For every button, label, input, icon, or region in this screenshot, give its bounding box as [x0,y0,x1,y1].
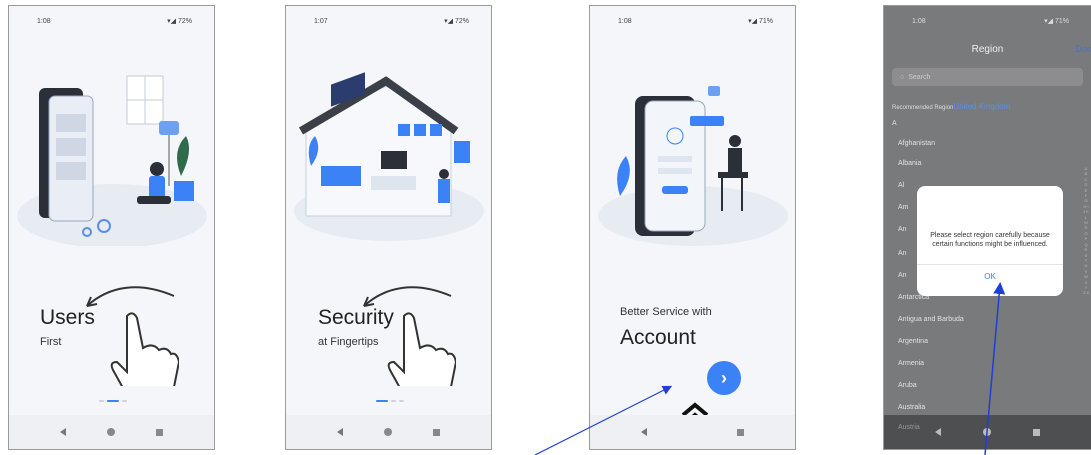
annotation-arrow-next [534,385,673,455]
annotation-arrow-ok [984,282,1006,455]
annotation-arrows [534,282,1006,455]
